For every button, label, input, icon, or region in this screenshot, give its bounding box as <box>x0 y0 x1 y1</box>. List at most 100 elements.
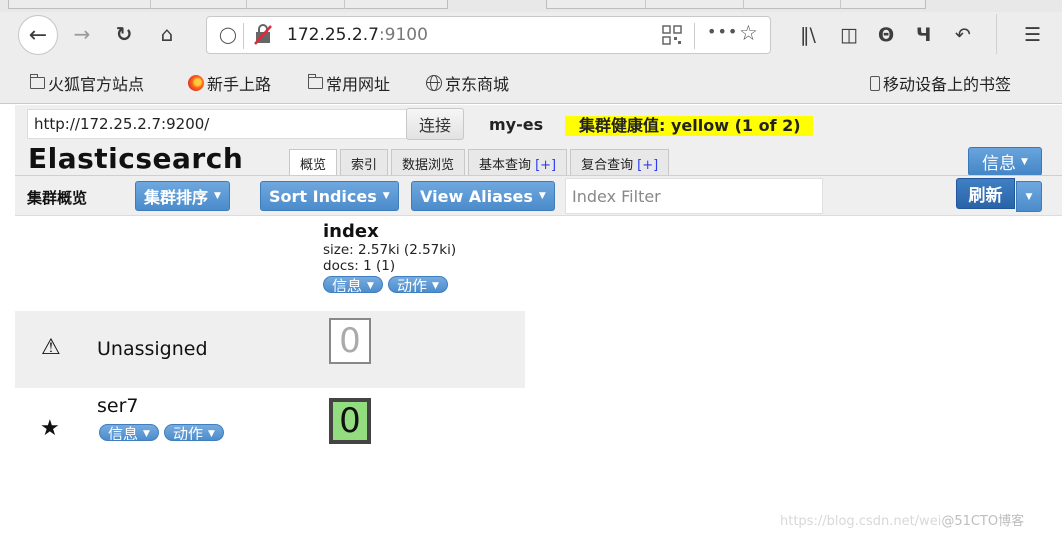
node-name: ser7 <box>97 395 139 417</box>
tab-separator <box>150 0 151 9</box>
folder-icon <box>308 74 323 89</box>
tab-label: 数据浏览 <box>402 158 455 173</box>
reload-button[interactable]: ↻ <box>112 22 136 46</box>
add-tab-link[interactable]: [+] <box>535 158 556 173</box>
tab-separator <box>344 0 345 9</box>
unassigned-row: ⚠ Unassigned 0 <box>15 311 525 388</box>
index-info-button[interactable]: 信息 ▼ <box>323 276 383 293</box>
bookmark-item[interactable]: 京东商城 <box>426 71 509 95</box>
caret-down-icon: ▼ <box>214 191 221 201</box>
tab-compound-query[interactable]: 复合查询 [+] <box>570 149 670 175</box>
add-tab-link[interactable]: [+] <box>637 158 658 173</box>
bookmarks-bar: 火狐官方站点 新手上路 常用网址 京东商城 移动设备上的书签 <box>0 58 1062 104</box>
browser-tab[interactable] <box>546 0 926 9</box>
tab-indices[interactable]: 索引 <box>340 149 389 175</box>
connect-button[interactable]: 连接 <box>406 108 464 140</box>
sort-indices-button[interactable]: Sort Indices ▼ <box>260 181 399 211</box>
tab-separator <box>246 0 247 9</box>
refresh-dropdown-button[interactable]: ▼ <box>1016 181 1042 212</box>
connect-url-input[interactable]: http://172.25.2.7:9200/ <box>27 109 417 139</box>
screenshot-icon[interactable]: Ч <box>916 24 931 46</box>
url-host: 172.25.2.7 <box>287 25 379 45</box>
app-header: http://172.25.2.7:9200/ 连接 my-es 集群健康值: … <box>15 105 1062 176</box>
reload-icon: ↻ <box>115 22 133 46</box>
index-column-header: index size: 2.57ki (2.57ki) docs: 1 (1) … <box>323 222 456 293</box>
address-bar[interactable]: ◯ 172.25.2.7:9100 ••• ☆ <box>206 16 771 54</box>
info-label: 信息 <box>982 154 1017 174</box>
shield-icon[interactable]: ◯ <box>219 25 237 44</box>
view-aliases-button[interactable]: View Aliases ▼ <box>411 181 555 211</box>
mobile-bookmarks[interactable]: 移动设备上的书签 <box>870 71 1011 95</box>
tab-separator <box>840 0 841 9</box>
watermark-url: https://blog.csdn.net/wei <box>780 514 942 529</box>
url-text[interactable]: 172.25.2.7:9100 <box>287 25 428 45</box>
forward-button[interactable]: → <box>70 22 94 46</box>
account-icon[interactable]: Θ <box>878 24 894 46</box>
folder-icon <box>30 74 45 89</box>
bookmark-star-icon[interactable]: ☆ <box>739 21 758 45</box>
more-icon[interactable]: ••• <box>707 22 738 41</box>
bookmark-label: 新手上路 <box>207 75 272 94</box>
globe-icon <box>426 75 442 91</box>
tab-separator <box>645 0 646 9</box>
mobile-bookmarks-label: 移动设备上的书签 <box>883 75 1012 94</box>
row-label: Unassigned <box>97 338 208 360</box>
caret-down-icon: ▼ <box>382 191 390 201</box>
bookmark-label: 京东商城 <box>445 75 510 94</box>
warning-icon: ⚠ <box>41 335 61 360</box>
es-head-app: http://172.25.2.7:9200/ 连接 my-es 集群健康值: … <box>15 105 1062 538</box>
pill-label: 信息 <box>332 277 363 293</box>
bookmark-item[interactable]: 新手上路 <box>188 71 271 95</box>
caret-down-icon: ▼ <box>538 191 546 201</box>
home-icon: ⌂ <box>160 22 174 46</box>
tab-basic-query[interactable]: 基本查询 [+] <box>468 149 568 175</box>
tab-browser[interactable]: 数据浏览 <box>391 149 466 175</box>
caret-down-icon: ▼ <box>431 281 439 291</box>
watermark-brand: @51CTO博客 <box>941 514 1025 529</box>
toolbar-separator <box>996 14 997 54</box>
pill-label: 动作 <box>172 425 203 441</box>
pill-label: 信息 <box>108 425 139 441</box>
forward-icon: → <box>73 22 91 46</box>
button-label: View Aliases <box>420 186 533 206</box>
tab-label: 概览 <box>300 158 327 173</box>
star-icon: ★ <box>40 416 60 441</box>
browser-tab[interactable] <box>8 0 448 9</box>
index-action-button[interactable]: 动作 ▼ <box>387 276 448 293</box>
back-button[interactable]: ← <box>18 15 58 55</box>
node-row: ★ ser7 信息 ▼ 动作 ▼ 0 <box>15 388 525 458</box>
overview-title: 集群概览 <box>27 189 88 207</box>
cluster-name: my-es <box>489 115 544 134</box>
shard-unassigned[interactable]: 0 <box>329 318 371 364</box>
library-icon[interactable]: ‖\ <box>800 24 816 46</box>
shard-started[interactable]: 0 <box>329 398 371 444</box>
index-filter-input[interactable]: Index Filter <box>565 178 823 214</box>
refresh-button[interactable]: 刷新 <box>956 178 1015 209</box>
menu-icon[interactable]: ☰ <box>1024 24 1041 46</box>
caret-down-icon: ▼ <box>1025 191 1033 202</box>
qr-code-icon[interactable] <box>662 25 682 45</box>
caret-down-icon: ▼ <box>1021 156 1028 167</box>
undo-icon[interactable]: ↶ <box>955 24 971 46</box>
app-tabs: 概览 索引 数据浏览 基本查询 [+] 复合查询 [+] <box>289 149 670 176</box>
bookmark-item[interactable]: 火狐官方站点 <box>30 71 144 95</box>
home-button[interactable]: ⌂ <box>155 22 179 46</box>
sort-cluster-button[interactable]: 集群排序 ▼ <box>135 181 230 211</box>
app-logo: Elasticsearch <box>28 142 244 175</box>
button-label: 集群排序 <box>144 188 209 207</box>
tab-label: 复合查询 <box>581 158 634 173</box>
info-dropdown-button[interactable]: 信息 ▼ <box>968 147 1042 176</box>
pill-label: 动作 <box>396 277 427 293</box>
tab-overview[interactable]: 概览 <box>289 149 338 176</box>
caret-down-icon: ▼ <box>367 281 374 291</box>
node-info-button[interactable]: 信息 ▼ <box>99 424 159 441</box>
bookmark-item[interactable]: 常用网址 <box>308 71 390 95</box>
back-icon: ← <box>28 22 48 48</box>
node-action-button[interactable]: 动作 ▼ <box>163 424 224 441</box>
browser-navbar: ← → ↻ ⌂ ◯ 172.25.2.7:9100 ••• ☆ ‖\ ◫ Θ Ч… <box>0 12 1062 58</box>
tab-label: 索引 <box>351 158 378 173</box>
sidebar-icon[interactable]: ◫ <box>840 24 858 46</box>
insecure-lock-icon[interactable] <box>253 23 273 45</box>
firefox-icon <box>188 75 204 91</box>
caret-down-icon: ▼ <box>143 429 150 439</box>
